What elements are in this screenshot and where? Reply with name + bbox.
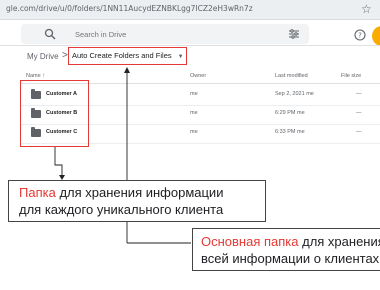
- size-cell: —: [356, 110, 362, 116]
- callout-text: всей информации о клиентах: [201, 251, 380, 266]
- owner-cell: me: [190, 91, 198, 97]
- modified-cell: Sep 2, 2021 me: [275, 91, 314, 97]
- column-header-last-modified[interactable]: Last modified: [275, 73, 308, 79]
- search-options-icon[interactable]: [288, 28, 300, 40]
- size-cell: —: [356, 91, 362, 97]
- folder-callout: Папка для хранения информации для каждог…: [8, 180, 266, 222]
- svg-text:?: ?: [358, 32, 362, 40]
- folders-highlight-box: [20, 80, 89, 147]
- chevron-down-icon[interactable]: ▼: [178, 54, 184, 60]
- search-input[interactable]: [75, 26, 275, 42]
- breadcrumb-my-drive[interactable]: My Drive: [27, 52, 59, 61]
- search-box[interactable]: [21, 24, 309, 44]
- account-avatar[interactable]: [372, 26, 380, 46]
- folder-arrow: [54, 147, 63, 178]
- callout-highlight: Основная папка: [201, 234, 299, 249]
- size-cell: —: [356, 129, 362, 135]
- column-header-name[interactable]: Name ↑: [26, 73, 45, 79]
- modified-cell: 6:33 PM me: [275, 129, 305, 135]
- main-folder-callout: Основная папка для хранения всей информа…: [192, 228, 380, 271]
- owner-cell: me: [190, 110, 198, 116]
- bookmark-star-icon[interactable]: ☆: [361, 2, 372, 16]
- breadcrumb-separator: >: [62, 50, 68, 61]
- url-text[interactable]: gle.com/drive/u/0/folders/1NN11AucydEZNB…: [6, 4, 253, 13]
- callout-text: для каждого уникального клиента: [19, 202, 224, 217]
- column-header-owner[interactable]: Owner: [190, 73, 206, 79]
- current-folder-label: Auto Create Folders and Files: [72, 51, 172, 60]
- callout-text: для хранения: [298, 234, 380, 249]
- help-icon[interactable]: ?: [354, 29, 366, 41]
- callout-highlight: Папка: [19, 185, 56, 200]
- sort-arrow-icon[interactable]: ↑: [42, 73, 45, 79]
- column-header-file-size[interactable]: File size: [341, 73, 361, 79]
- owner-cell: me: [190, 129, 198, 135]
- search-icon[interactable]: [44, 28, 56, 40]
- breadcrumb-current-folder[interactable]: Auto Create Folders and Files ▼: [68, 47, 187, 65]
- main-arrowhead: [124, 67, 130, 73]
- modified-cell: 6:29 PM me: [275, 110, 305, 116]
- header-divider: [0, 45, 380, 46]
- callout-text: для хранения информации: [55, 185, 224, 200]
- browser-address-bar[interactable]: gle.com/drive/u/0/folders/1NN11AucydEZNB…: [0, 0, 380, 20]
